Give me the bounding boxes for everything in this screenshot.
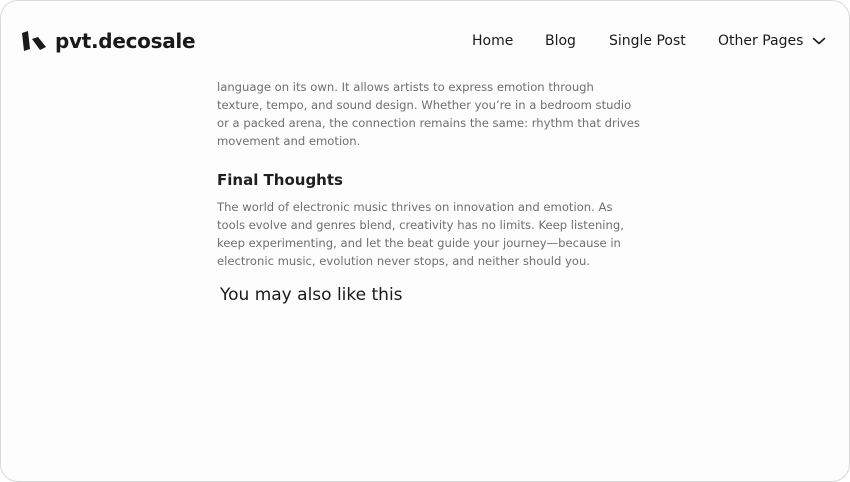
nav-item-home[interactable]: Home xyxy=(472,33,513,49)
paragraph-line: keep experimenting, and let the beat gui… xyxy=(217,236,621,250)
paragraph-line: electronic music, evolution never stops,… xyxy=(217,254,590,268)
section-heading: Final Thoughts xyxy=(217,171,343,189)
chevron-down-icon xyxy=(813,37,826,45)
paragraph-line: language on its own. It allows artists t… xyxy=(217,80,594,94)
nav-item-single-post[interactable]: Single Post xyxy=(609,33,686,49)
nav-item-blog[interactable]: Blog xyxy=(545,33,576,49)
final-thoughts-paragraph: The world of electronic music thrives on… xyxy=(217,198,637,270)
related-posts-heading: You may also like this xyxy=(220,285,403,305)
paragraph-line: The world of electronic music thrives on… xyxy=(217,200,613,214)
paragraph-line: movement and emotion. xyxy=(217,134,361,148)
paragraph-line: texture, tempo, and sound design. Whethe… xyxy=(217,98,632,112)
nav-item-other-pages[interactable]: Other Pages xyxy=(718,33,826,49)
main-nav: Home Blog Single Post Other Pages xyxy=(1,33,849,51)
paragraph-line: or a packed arena, the connection remain… xyxy=(217,116,640,130)
article-body: language on its own. It allows artists t… xyxy=(217,78,640,270)
site-header: pvt.decosale Home Blog Single Post Other… xyxy=(1,1,849,81)
paragraph-line: tools evolve and genres blend, creativit… xyxy=(217,218,624,232)
intro-paragraph: language on its own. It allows artists t… xyxy=(217,78,640,150)
nav-item-other-pages-label: Other Pages xyxy=(718,33,804,49)
browser-frame: pvt.decosale Home Blog Single Post Other… xyxy=(0,0,850,482)
